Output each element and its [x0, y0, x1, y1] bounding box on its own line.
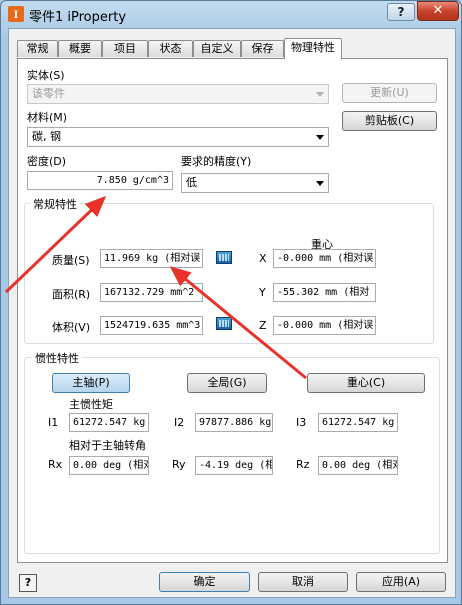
iproperty-dialog: I 零件1 iProperty ? ✕ 常规 概要 项目 状态 自定义 保存 物… [0, 0, 462, 605]
clipboard-button[interactable]: 剪贴板(C) [342, 111, 437, 131]
rx-field[interactable]: 0.00 deg (相对 [69, 456, 149, 475]
help-button[interactable]: ? [19, 574, 37, 592]
tab-physical[interactable]: 物理特性 [284, 38, 342, 59]
i2-label: I2 [174, 416, 185, 429]
accuracy-select[interactable]: 低 [181, 173, 329, 193]
mass-label: 质量(S) [52, 254, 90, 267]
tab-save[interactable]: 保存 [241, 40, 284, 57]
centroid-x-field[interactable]: -0.000 mm (相对误 [273, 249, 376, 268]
area-field[interactable]: 167132.729 mm^2 [100, 283, 203, 302]
area-label: 面积(R) [52, 288, 91, 301]
mass-field[interactable]: 11.969 kg (相对误 [100, 249, 203, 268]
i1-field[interactable]: 61272.547 kg [69, 413, 149, 432]
physical-properties-panel: 实体(S) 该零件 更新(U) 材料(M) 碳, 钢 剪贴板(C) 密度(D) … [17, 58, 448, 563]
tab-general[interactable]: 常规 [17, 40, 58, 57]
tab-project[interactable]: 项目 [102, 40, 148, 57]
principal-button[interactable]: 主轴(P) [52, 373, 130, 393]
volume-field[interactable]: 1524719.635 mm^3 [100, 316, 203, 335]
entity-select[interactable]: 该零件 [27, 84, 329, 104]
rx-label: Rx [48, 458, 63, 471]
general-properties-title: 常规特性 [30, 196, 80, 212]
centroid-x-label: X [259, 252, 267, 265]
chevron-down-icon [316, 92, 324, 97]
tab-status[interactable]: 状态 [148, 40, 193, 57]
density-label: 密度(D) [27, 155, 67, 168]
material-select[interactable]: 碳, 钢 [27, 127, 329, 147]
centroid-z-field[interactable]: -0.000 mm (相对误 [273, 316, 376, 335]
inventor-app-icon: I [8, 6, 24, 22]
material-value: 碳, 钢 [32, 130, 61, 143]
cancel-button[interactable]: 取消 [258, 572, 348, 592]
window-title: 零件1 iProperty [29, 10, 127, 25]
ry-field[interactable]: -4.19 deg (相 [195, 456, 273, 475]
rz-label: Rz [296, 458, 310, 471]
calculator-icon[interactable] [216, 317, 232, 330]
material-label: 材料(M) [27, 111, 68, 124]
accuracy-label: 要求的精度(Y) [181, 155, 252, 168]
principal-moments-title: 主惯性矩 [69, 398, 113, 411]
ry-label: Ry [172, 458, 186, 471]
inertial-properties-title: 惯性特性 [32, 350, 82, 366]
rz-field[interactable]: 0.00 deg (相对 [318, 456, 398, 475]
calculator-icon[interactable] [216, 251, 232, 264]
chevron-down-icon [316, 135, 324, 140]
i2-field[interactable]: 97877.886 kg [195, 413, 273, 432]
i3-label: I3 [296, 416, 307, 429]
centroid-y-label: Y [259, 286, 266, 299]
close-button[interactable]: ✕ [417, 1, 459, 21]
accuracy-value: 低 [186, 176, 197, 189]
rotation-title: 相对于主轴转角 [69, 439, 146, 452]
chevron-down-icon [316, 181, 324, 186]
centroid-y-field[interactable]: -55.302 mm (相对 [273, 283, 376, 302]
i3-field[interactable]: 61272.547 kg [318, 413, 398, 432]
ok-button[interactable]: 确定 [159, 572, 250, 592]
entity-value: 该零件 [32, 87, 65, 100]
volume-label: 体积(V) [52, 321, 91, 334]
title-help-button[interactable]: ? [387, 3, 415, 21]
i1-label: I1 [48, 416, 59, 429]
centroid-z-label: Z [259, 319, 267, 332]
tab-summary[interactable]: 概要 [58, 40, 102, 57]
title-bar[interactable]: I 零件1 iProperty ? ✕ [1, 1, 461, 27]
update-button[interactable]: 更新(U) [342, 83, 437, 103]
centroid-button[interactable]: 重心(C) [307, 373, 425, 393]
tab-custom[interactable]: 自定义 [193, 40, 241, 57]
entity-label: 实体(S) [27, 69, 65, 82]
dialog-client: 常规 概要 项目 状态 自定义 保存 物理特性 实体(S) 该零件 更新(U) … [8, 28, 456, 598]
density-field[interactable]: 7.850 g/cm^3 [27, 171, 173, 190]
global-button[interactable]: 全局(G) [187, 373, 267, 393]
apply-button[interactable]: 应用(A) [356, 572, 446, 592]
